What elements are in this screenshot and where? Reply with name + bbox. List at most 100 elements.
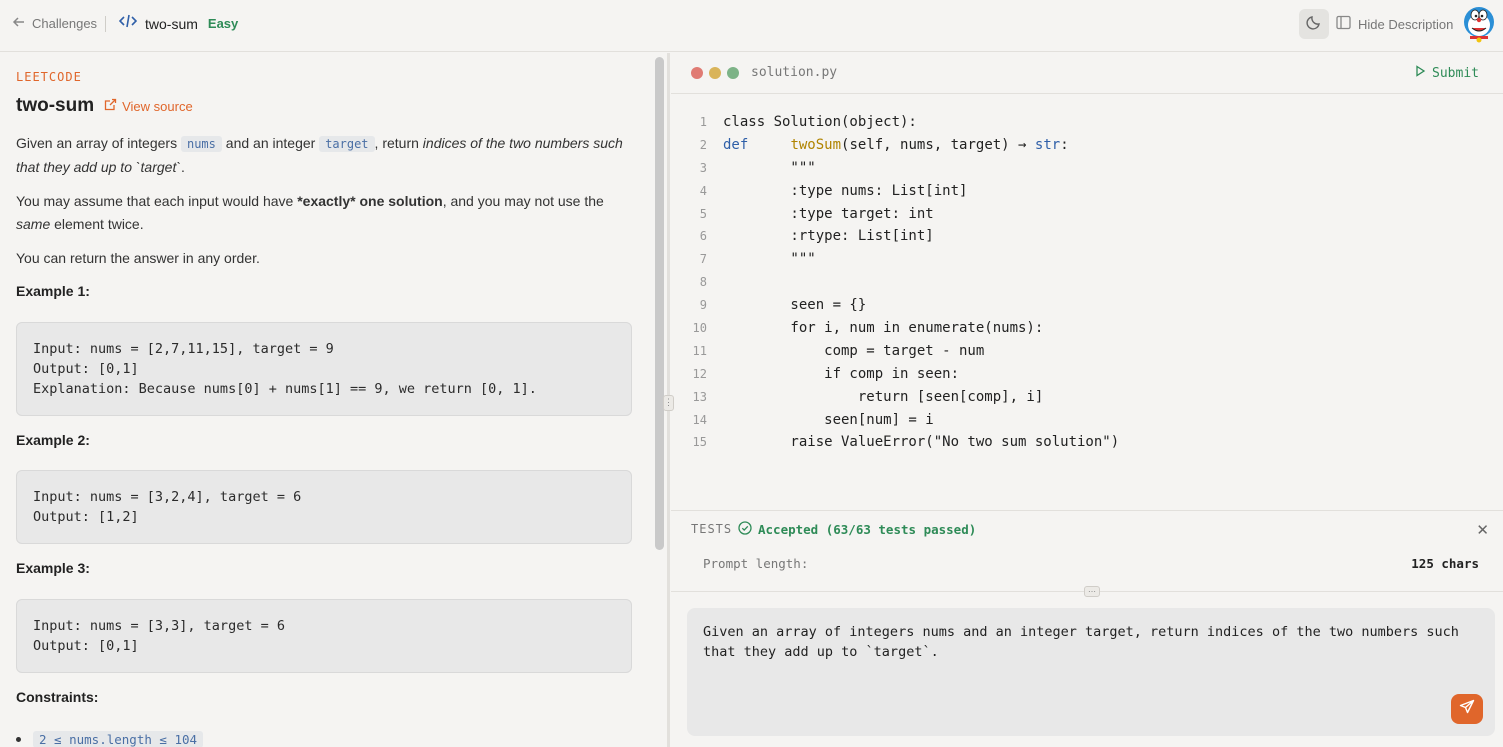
code-text: comp = target - num — [723, 342, 985, 359]
code-line: 9 seen = {} — [671, 295, 1503, 318]
code-text: def twoSum(self, nums, target) → str: — [723, 137, 1069, 153]
inline-code: target — [319, 136, 375, 152]
prompt-length-label: Prompt length: — [703, 556, 809, 571]
avatar[interactable] — [1462, 5, 1496, 43]
prompt-input[interactable]: Given an array of integers nums and an i… — [703, 622, 1473, 712]
example-line: Output: [0,1] — [33, 361, 139, 377]
line-number: 7 — [699, 252, 707, 267]
divider — [105, 16, 106, 32]
code-text: :rtype: List[int] — [723, 228, 934, 245]
send-button[interactable] — [1451, 694, 1483, 724]
test-status: Accepted (63/63 tests passed) — [738, 521, 976, 538]
back-label: Challenges — [32, 16, 98, 31]
arrow-left-icon — [12, 15, 26, 32]
description-paragraph: You can return the answer in any order. — [16, 250, 260, 266]
text: element twice. — [50, 216, 144, 232]
code-line: 2 def twoSum(self, nums, target) → str: — [671, 135, 1503, 158]
code-text: """ — [723, 251, 816, 268]
code-line: 3 """ — [671, 158, 1503, 181]
example-line: Output: [1,2] — [33, 509, 139, 525]
external-link-icon — [104, 98, 117, 114]
example-line: Explanation: Because nums[0] + nums[1] =… — [33, 381, 537, 397]
line-number: 4 — [699, 183, 707, 198]
submit-button[interactable]: Submit — [1415, 65, 1479, 81]
inline-code: nums — [180, 136, 222, 152]
code-line: 4 :type nums: List[int] — [671, 181, 1503, 204]
constraint-item: 2 ≤ nums.length ≤ 104 — [16, 731, 204, 747]
tests-label: TESTS — [691, 522, 733, 536]
yellow-dot-icon — [709, 67, 721, 79]
constraints-heading: Constraints: — [16, 689, 99, 705]
line-number: 8 — [699, 275, 707, 290]
example-line: Input: nums = [3,3], target = 6 — [33, 618, 285, 634]
close-icon[interactable]: ✕ — [1476, 521, 1489, 539]
code-text: raise ValueError("No two sum solution") — [723, 434, 1120, 451]
view-source-label: View source — [122, 98, 193, 114]
editor-header: solution.py Submit — [671, 53, 1503, 94]
hide-description-button[interactable]: Hide Description — [1336, 15, 1453, 33]
example-heading: Example 1: — [16, 283, 90, 299]
text: and an integer — [221, 135, 320, 151]
problem-title-row: two-sum View source — [16, 95, 193, 117]
example-line: Output: [0,1] — [33, 638, 139, 654]
submit-label: Submit — [1432, 65, 1479, 81]
prompt-length-value: 125 chars — [1411, 556, 1479, 571]
view-source-link[interactable]: View source — [104, 98, 193, 114]
example-code-block: Input: nums = [3,2,4], target = 6 Output… — [16, 470, 632, 544]
code-text: :type nums: List[int] — [723, 182, 968, 199]
code-text: (self, nums, target) → — [841, 136, 1035, 153]
line-number: 15 — [692, 435, 707, 450]
code-editor[interactable]: 1 class Solution(object): 2 def twoSum(sel… — [671, 112, 1503, 455]
difficulty-badge: Easy — [207, 16, 239, 31]
play-icon — [1415, 65, 1426, 81]
problem-header: two-sum Easy — [118, 14, 239, 33]
code-text: if comp in seen: — [723, 365, 960, 382]
test-status-text: Accepted (63/63 tests passed) — [758, 522, 977, 537]
line-number: 3 — [699, 160, 707, 175]
line-number: 10 — [692, 321, 707, 336]
text: You may assume that each input would hav… — [16, 193, 298, 209]
constraint-code: 2 ≤ nums.length ≤ 104 — [33, 731, 204, 747]
line-number: 14 — [692, 412, 707, 427]
line-number: 6 — [699, 229, 707, 244]
code-line: 10 for i, num in enumerate(nums): — [671, 318, 1503, 341]
example-heading: Example 2: — [16, 432, 90, 448]
code-text: class Solution(object): — [723, 114, 917, 130]
line-number: 2 — [699, 137, 707, 152]
moon-icon — [1306, 14, 1322, 35]
code-text: :type target: int — [723, 205, 934, 222]
code-line: 7 """ — [671, 249, 1503, 272]
prompt-box: Given an array of integers nums and an i… — [687, 608, 1495, 736]
back-to-challenges-link[interactable]: Challenges — [12, 15, 97, 32]
code-line: 14 seen[num] = i — [671, 410, 1503, 433]
hide-description-label: Hide Description — [1358, 16, 1454, 32]
line-number: 1 — [699, 115, 707, 129]
sidebar-panel-icon — [1336, 15, 1351, 33]
example-code-block: Input: nums = [2,7,11,15], target = 9 Ou… — [16, 322, 632, 416]
text: Given an array of integers — [16, 135, 181, 151]
theme-toggle-button[interactable] — [1299, 9, 1329, 39]
code-icon — [118, 14, 138, 33]
example-line: Input: nums = [3,2,4], target = 6 — [33, 489, 302, 505]
code-line: 12 if comp in seen: — [671, 364, 1503, 387]
horizontal-drag-handle-icon[interactable]: ⋯ — [1084, 586, 1100, 597]
keyword: def — [723, 136, 749, 153]
problem-slug: two-sum — [145, 15, 198, 32]
text: , and you may not use the — [442, 193, 604, 209]
editor-filename: solution.py — [751, 65, 838, 80]
top-bar: Challenges two-sum Easy Hide Description — [0, 0, 1503, 52]
example-line: Input: nums = [2,7,11,15], target = 9 — [33, 341, 334, 357]
code-text: for i, num in enumerate(nums): — [723, 320, 1044, 337]
description-scrollbar[interactable] — [655, 57, 664, 550]
code-line: 8 — [671, 272, 1503, 295]
emphasis-text: same — [16, 216, 51, 232]
description-paragraph: Given an array of integers nums and an i… — [16, 132, 631, 179]
text: . — [181, 159, 185, 175]
window-dots — [691, 67, 739, 79]
code-line: 11 comp = target - num — [671, 341, 1503, 364]
description-paragraph: You may assume that each input would hav… — [16, 190, 631, 236]
code-line: 1 class Solution(object): — [671, 112, 1503, 135]
line-number: 13 — [692, 389, 707, 404]
code-line: 5 :type target: int — [671, 204, 1503, 227]
code-text: : — [1060, 136, 1069, 153]
